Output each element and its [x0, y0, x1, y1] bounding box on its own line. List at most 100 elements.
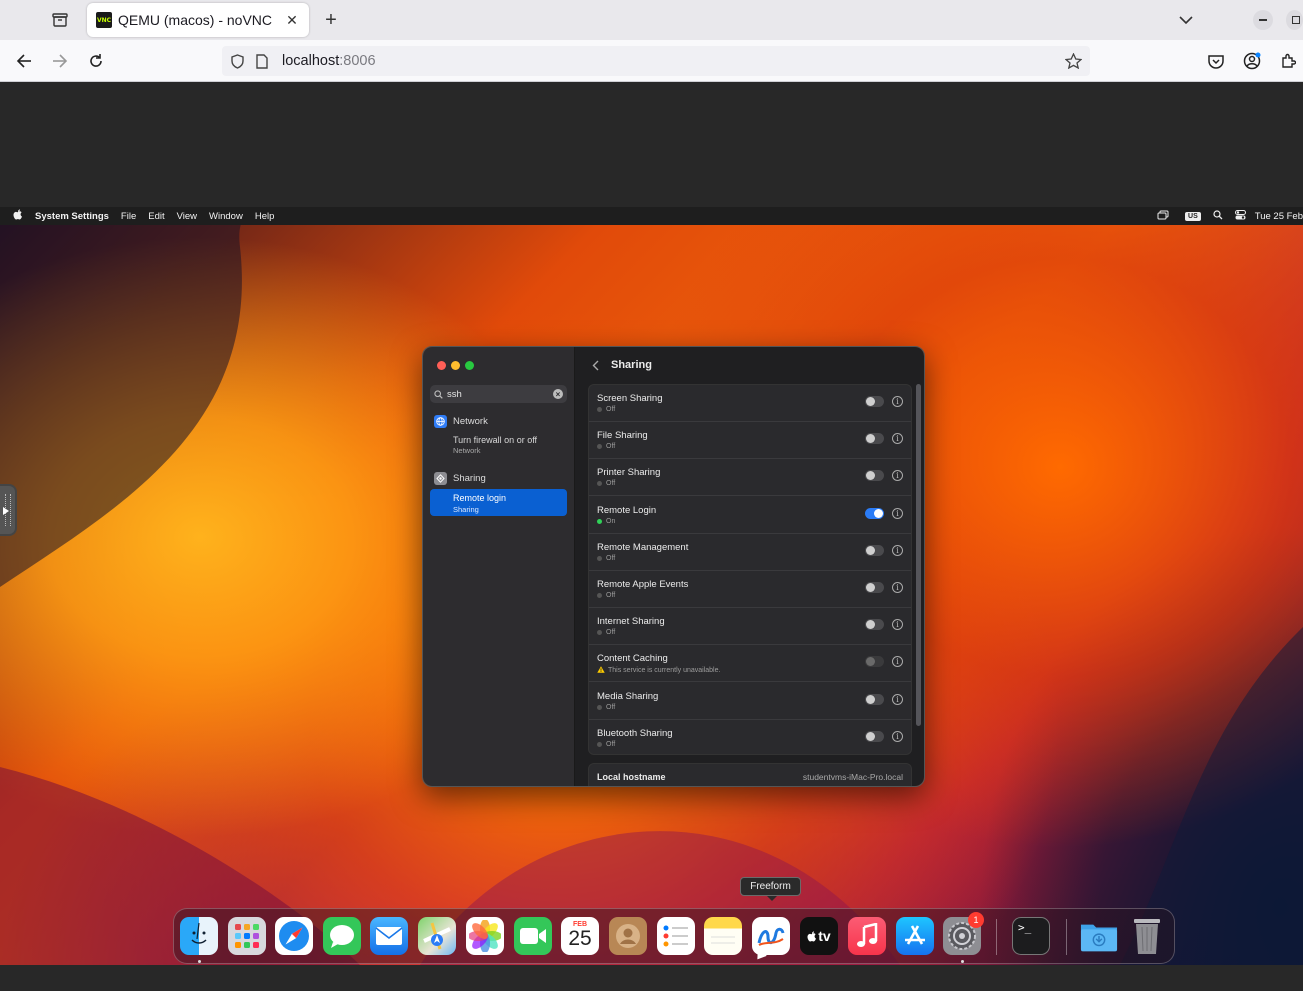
bookmark-star-icon[interactable] — [1064, 52, 1083, 74]
close-tab-icon[interactable]: ✕ — [282, 10, 302, 30]
service-status: Off — [597, 741, 615, 748]
service-toggle[interactable] — [865, 507, 884, 519]
info-icon[interactable]: i — [892, 656, 903, 668]
menu-window[interactable]: Window — [209, 211, 243, 222]
vnc-background-bottom — [0, 965, 1303, 991]
reminders-icon[interactable] — [657, 917, 695, 955]
finder-icon[interactable] — [180, 917, 218, 955]
tracking-shield-icon[interactable] — [231, 53, 245, 69]
page-info-icon[interactable] — [256, 53, 270, 69]
contacts-icon[interactable] — [609, 917, 647, 955]
maps-icon[interactable] — [418, 917, 456, 955]
warning-icon — [597, 666, 605, 675]
service-status-text: Off — [606, 443, 616, 451]
menu-file[interactable]: File — [121, 211, 136, 222]
input-source-us[interactable]: US — [1185, 211, 1201, 221]
browser-tab[interactable]: VNC QEMU (macos) - noVNC ✕ — [87, 3, 309, 37]
new-tab-button[interactable]: + — [318, 7, 344, 33]
toggle-knob — [866, 620, 875, 630]
service-toggle[interactable] — [865, 433, 884, 445]
menu-edit[interactable]: Edit — [148, 211, 164, 222]
extensions-icon[interactable] — [1274, 47, 1302, 75]
content-scrollbar[interactable] — [916, 384, 921, 726]
launchpad-icon[interactable] — [228, 917, 266, 955]
settings-search-input[interactable]: ssh × — [430, 385, 567, 403]
info-icon[interactable]: i — [892, 507, 903, 519]
minimize-window-icon[interactable] — [1252, 8, 1274, 32]
calendar-icon[interactable]: FEB 25 — [561, 917, 599, 955]
tab-overview-icon[interactable] — [46, 6, 74, 34]
local-hostname-row[interactable]: Local hostname studentvms-iMac-Pro.local — [588, 763, 912, 786]
service-toggle[interactable] — [865, 544, 884, 556]
screen-mirroring-icon[interactable] — [1157, 210, 1169, 223]
control-center-icon[interactable] — [1234, 209, 1246, 223]
service-toggle[interactable] — [865, 693, 884, 705]
list-all-tabs-icon[interactable] — [1174, 8, 1198, 32]
info-icon[interactable]: i — [892, 470, 903, 482]
minimize-window-button[interactable] — [451, 361, 460, 370]
info-icon[interactable]: i — [892, 693, 903, 705]
service-toggle[interactable] — [865, 470, 884, 482]
downloads-folder-icon[interactable] — [1080, 917, 1118, 955]
menu-view[interactable]: View — [177, 211, 197, 222]
sidebar-group-network[interactable]: Network — [434, 415, 488, 428]
back-arrow-icon[interactable] — [10, 47, 38, 75]
app-store-icon[interactable] — [896, 917, 934, 955]
sidebar-item-caption: Sharing — [453, 505, 479, 514]
spotlight-search-icon[interactable] — [1213, 209, 1223, 223]
toggle-knob — [866, 434, 875, 444]
service-toggle[interactable] — [865, 619, 884, 631]
menu-app-name[interactable]: System Settings — [35, 211, 109, 222]
safari-icon[interactable] — [275, 917, 313, 955]
clear-search-icon[interactable]: × — [553, 389, 563, 399]
mail-icon[interactable] — [370, 917, 408, 955]
terminal-icon[interactable]: >_ — [1012, 917, 1050, 955]
forward-arrow-icon[interactable] — [46, 47, 74, 75]
service-status: Off — [597, 555, 615, 562]
photos-icon[interactable] — [466, 917, 504, 955]
toggle-knob — [866, 545, 875, 555]
close-window-button[interactable] — [437, 361, 446, 370]
info-icon[interactable]: i — [892, 619, 903, 631]
status-dot-icon — [597, 518, 602, 524]
info-icon[interactable]: i — [892, 396, 903, 407]
service-name: File Sharing — [597, 430, 648, 442]
music-icon[interactable] — [848, 917, 886, 955]
maximize-window-icon[interactable] — [1286, 8, 1303, 32]
service-toggle[interactable] — [865, 396, 884, 407]
sidebar-item-remote-login[interactable]: Remote login Sharing — [430, 489, 567, 516]
zoom-window-button[interactable] — [465, 361, 474, 370]
info-icon[interactable]: i — [892, 582, 903, 593]
apple-tv-icon[interactable]: tv — [800, 917, 838, 955]
back-chevron-icon[interactable] — [589, 358, 601, 372]
info-icon[interactable]: i — [892, 433, 903, 445]
menu-clock[interactable]: Tue 25 Feb — [1255, 211, 1303, 222]
dock-separator — [1066, 919, 1067, 955]
service-name: Content Caching — [597, 653, 668, 665]
novnc-control-bar-handle[interactable] — [0, 484, 17, 536]
service-status: This service is currently unavailable. — [597, 666, 720, 675]
info-icon[interactable]: i — [892, 730, 903, 742]
settings-update-badge: 1 — [968, 912, 984, 928]
facetime-icon[interactable] — [514, 917, 552, 955]
service-toggle[interactable] — [865, 656, 884, 668]
service-name: Screen Sharing — [597, 393, 663, 404]
notes-icon[interactable] — [704, 917, 742, 955]
status-dot-icon — [597, 444, 602, 450]
info-icon[interactable]: i — [892, 544, 903, 556]
calendar-day: 25 — [568, 927, 592, 950]
running-indicator — [961, 960, 964, 963]
reload-icon[interactable] — [82, 47, 110, 75]
service-toggle[interactable] — [865, 582, 884, 593]
url-bar[interactable]: localhost:8006 — [222, 46, 1090, 76]
service-toggle[interactable] — [865, 730, 884, 742]
apple-menu-icon[interactable] — [13, 209, 23, 223]
pocket-icon[interactable] — [1202, 47, 1230, 75]
status-dot-icon — [597, 704, 602, 710]
sidebar-item-firewall[interactable]: Turn firewall on or off Network — [453, 435, 537, 455]
trash-icon[interactable] — [1128, 917, 1166, 955]
messages-icon[interactable] — [323, 917, 361, 955]
menu-help[interactable]: Help — [255, 211, 275, 222]
account-icon[interactable] — [1238, 47, 1266, 75]
sidebar-group-sharing[interactable]: Sharing — [434, 472, 486, 485]
